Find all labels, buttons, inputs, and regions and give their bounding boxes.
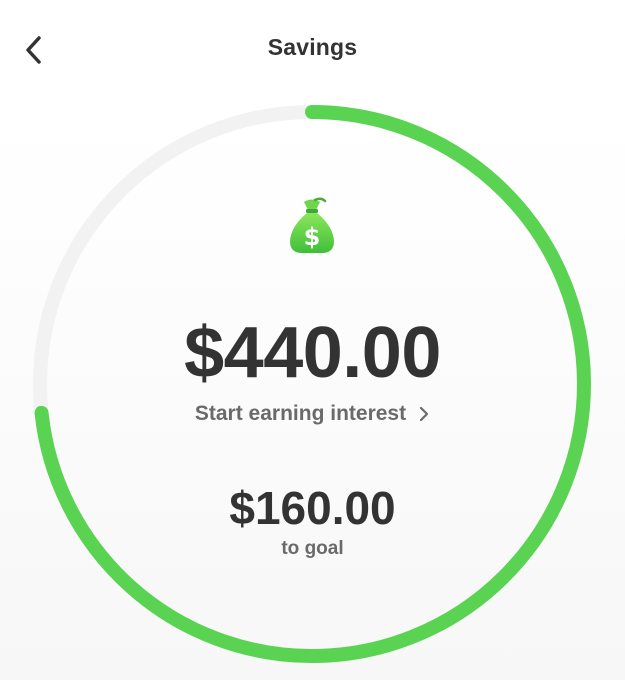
chevron-right-icon xyxy=(420,406,429,422)
savings-balance: $440.00 xyxy=(184,313,441,393)
interest-link-label: Start earning interest xyxy=(194,402,407,425)
goal-remaining-amount: $160.00 xyxy=(229,482,396,534)
svg-text:$: $ xyxy=(304,223,321,251)
start-earning-interest-link[interactable]: Start earning interest xyxy=(150,400,475,428)
goal-remaining-label: to goal xyxy=(281,538,344,559)
money-bag-icon: $ xyxy=(290,197,334,253)
